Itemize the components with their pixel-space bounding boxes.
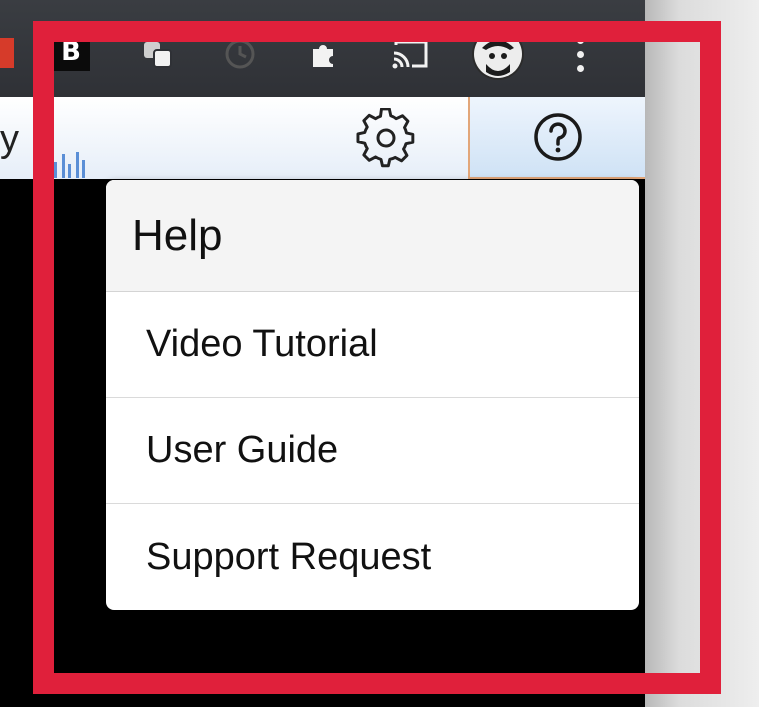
b-extension-icon[interactable]: B: [52, 33, 90, 71]
menu-item-user-guide[interactable]: User Guide: [106, 398, 639, 504]
mini-chart-icon: [42, 150, 85, 178]
more-menu-icon[interactable]: [566, 30, 594, 78]
page-title-partial: y: [0, 118, 19, 160]
menu-dot: [576, 64, 584, 72]
settings-button[interactable]: [346, 100, 426, 176]
profile-avatar[interactable]: [472, 28, 524, 80]
help-circle-icon: [533, 113, 582, 161]
browser-toolbar: B: [0, 0, 645, 97]
b-extension-label: B: [61, 37, 81, 67]
menu-dot: [576, 50, 584, 58]
menu-item-support-request[interactable]: Support Request: [106, 504, 639, 610]
clock-icon[interactable]: [218, 34, 262, 74]
menu-dot: [576, 36, 584, 44]
menu-item-video-tutorial[interactable]: Video Tutorial: [106, 292, 639, 398]
help-button[interactable]: [468, 97, 645, 179]
help-dropdown-menu: Help Video Tutorial User Guide Support R…: [106, 180, 639, 610]
tab-groups-icon[interactable]: [136, 34, 180, 74]
red-extension-icon[interactable]: [0, 38, 14, 68]
cast-icon[interactable]: [386, 34, 436, 74]
puzzle-icon[interactable]: [302, 34, 346, 74]
browser-window-edge: [645, 0, 759, 707]
gear-icon: [356, 108, 415, 168]
help-menu-title: Help: [106, 180, 639, 292]
